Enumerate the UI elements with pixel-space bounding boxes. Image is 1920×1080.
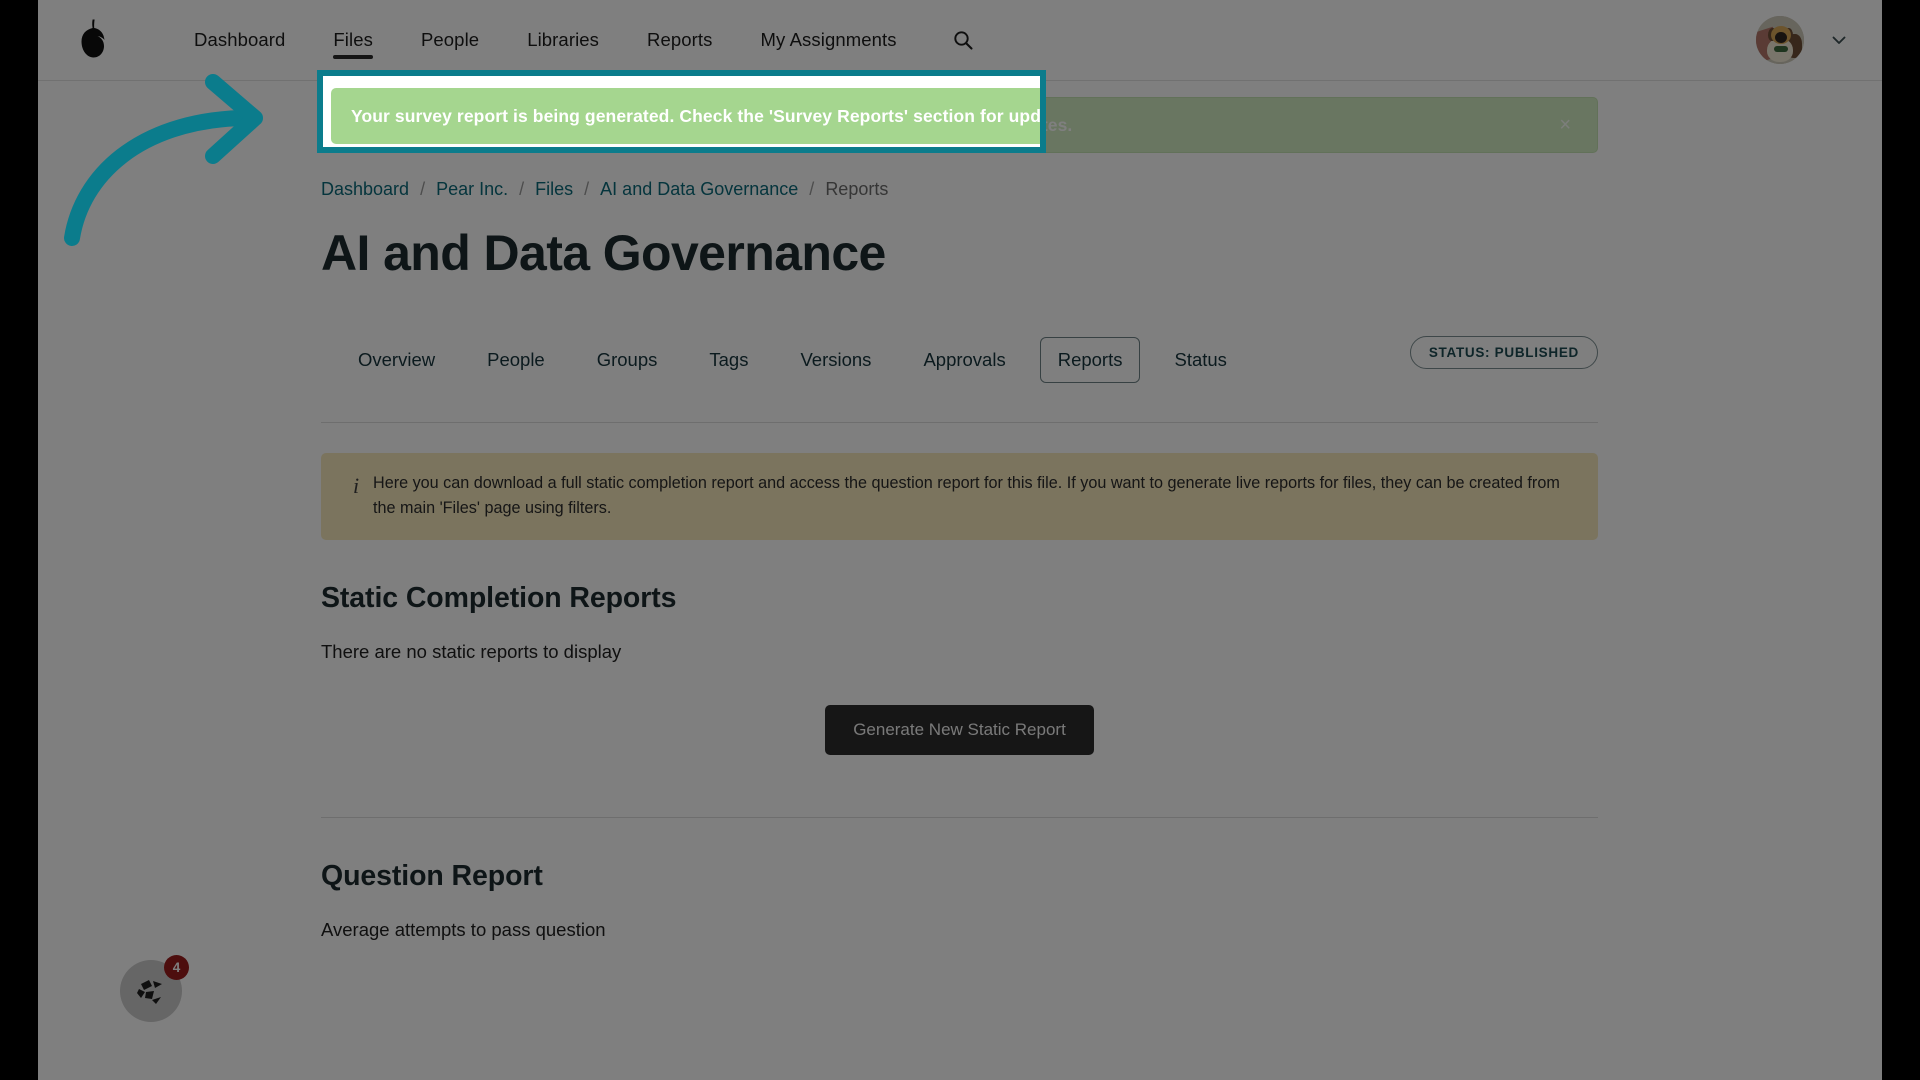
browser-viewport: Dashboard Files People Libraries Reports…	[38, 0, 1882, 1080]
static-reports-empty-message: There are no static reports to display	[321, 641, 622, 663]
breadcrumb-item-dashboard[interactable]: Dashboard	[321, 179, 409, 200]
info-icon: i	[352, 473, 360, 498]
file-tabs: Overview People Groups Tags Versions App…	[321, 336, 1598, 384]
nav-link-dashboard[interactable]: Dashboard	[170, 3, 309, 77]
divider	[321, 422, 1598, 423]
breadcrumb: Dashboard / Pear Inc. / Files / AI and D…	[321, 176, 1598, 202]
tab-reports[interactable]: Reports	[1039, 337, 1141, 383]
app-logo[interactable]	[44, 19, 140, 61]
pear-logo-icon	[81, 19, 105, 58]
alert-close-button[interactable]: ×	[1553, 111, 1577, 139]
breadcrumb-item-reports: Reports	[825, 178, 889, 199]
tab-overview[interactable]: Overview	[340, 337, 453, 383]
breadcrumb-item-files[interactable]: Files	[535, 179, 573, 200]
breadcrumb-separator: /	[519, 178, 525, 199]
nav-link-files[interactable]: Files	[309, 3, 397, 77]
content-column: Your survey report is being generated. C…	[321, 81, 1598, 941]
nav-link-people[interactable]: People	[397, 3, 503, 77]
search-button[interactable]	[947, 24, 979, 56]
generate-report-row: Generate New Static Report	[321, 705, 1598, 756]
page-title: AI and Data Governance	[321, 225, 886, 281]
info-callout: i Here you can download a full static co…	[321, 453, 1598, 541]
alert-message: Your survey report is being generated. C…	[342, 114, 1073, 135]
nav-right-cluster	[1756, 16, 1848, 64]
question-report-subtitle: Average attempts to pass question	[321, 919, 606, 941]
static-reports-heading: Static Completion Reports	[321, 582, 677, 615]
breadcrumb-item-ai-and-data-governance[interactable]: AI and Data Governance	[600, 179, 798, 200]
tab-tags[interactable]: Tags	[691, 337, 766, 383]
nav-link-reports[interactable]: Reports	[623, 3, 736, 77]
page-body: Your survey report is being generated. C…	[38, 81, 1882, 1080]
breadcrumb-separator: /	[420, 178, 426, 199]
top-navigation-bar: Dashboard Files People Libraries Reports…	[38, 0, 1882, 81]
tab-groups[interactable]: Groups	[579, 337, 676, 383]
nav-link-libraries[interactable]: Libraries	[503, 3, 623, 77]
primary-nav-links: Dashboard Files People Libraries Reports…	[170, 3, 979, 77]
divider	[321, 817, 1598, 819]
alert-banner: Your survey report is being generated. C…	[321, 97, 1598, 153]
help-widget-badge: 4	[164, 955, 189, 980]
chameleon-logo-icon	[137, 980, 162, 1004]
tab-people[interactable]: People	[469, 337, 563, 383]
generate-new-static-report-button[interactable]: Generate New Static Report	[825, 705, 1094, 756]
tab-approvals[interactable]: Approvals	[905, 337, 1023, 383]
breadcrumb-separator: /	[809, 178, 815, 199]
status-badge[interactable]: STATUS: PUBLISHED	[1409, 336, 1598, 369]
tab-versions[interactable]: Versions	[782, 337, 889, 383]
tab-status[interactable]: Status	[1156, 337, 1244, 383]
chevron-down-icon[interactable]	[1830, 31, 1848, 49]
help-widget-button[interactable]: 4	[120, 955, 189, 1022]
nav-link-my-assignments[interactable]: My Assignments	[737, 3, 921, 77]
breadcrumb-separator: /	[584, 178, 590, 199]
avatar[interactable]	[1756, 16, 1804, 64]
question-report-heading: Question Report	[321, 860, 543, 893]
search-icon	[953, 31, 973, 50]
breadcrumb-item-pear-inc[interactable]: Pear Inc.	[436, 179, 508, 200]
info-callout-text: Here you can download a full static comp…	[373, 474, 1560, 517]
